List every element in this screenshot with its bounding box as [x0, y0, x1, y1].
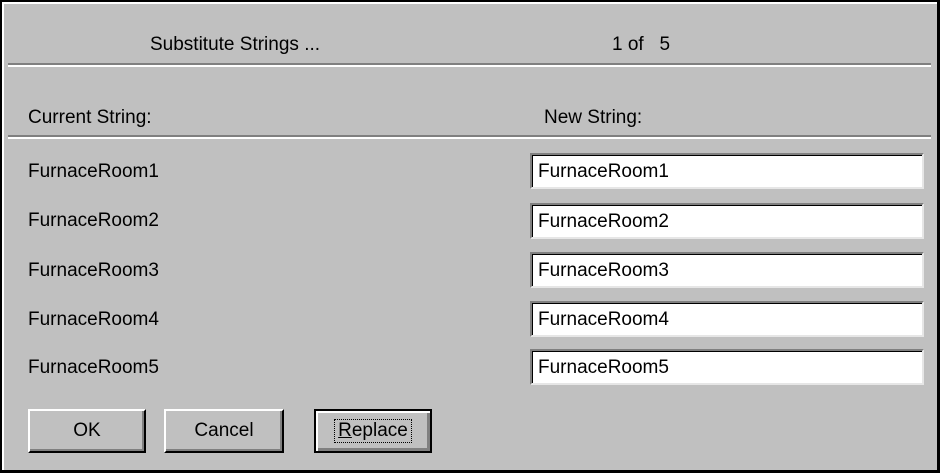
new-string-column-label: New String: — [544, 107, 643, 128]
current-string-4: FurnaceRoom4 — [28, 309, 159, 330]
cancel-button[interactable]: Cancel — [164, 409, 284, 453]
new-string-input-1[interactable]: FurnaceRoom1 — [530, 153, 924, 189]
cancel-button-label: Cancel — [194, 420, 254, 441]
new-string-value-4: FurnaceRoom4 — [538, 309, 669, 330]
replace-button-mnemonic: R — [338, 420, 352, 441]
replace-button[interactable]: Replace — [314, 409, 432, 453]
current-string-column-label: Current String: — [28, 107, 152, 128]
current-string-1: FurnaceRoom1 — [28, 161, 159, 182]
new-string-value-3: FurnaceRoom3 — [538, 260, 669, 281]
column-header-separator — [8, 135, 931, 139]
dialog-title: Substitute Strings ... — [150, 34, 321, 55]
replace-button-focus-rect: Replace — [334, 419, 412, 443]
new-string-value-1: FurnaceRoom1 — [538, 161, 669, 182]
current-string-3: FurnaceRoom3 — [28, 260, 159, 281]
new-string-input-5[interactable]: FurnaceRoom5 — [530, 349, 924, 385]
substitute-strings-dialog: Substitute Strings ... 1 of 5 Current St… — [0, 0, 940, 473]
ok-button[interactable]: OK — [28, 409, 146, 453]
new-string-input-4[interactable]: FurnaceRoom4 — [530, 301, 924, 337]
replace-button-label: eplace — [351, 420, 408, 441]
ok-button-label: OK — [73, 420, 101, 441]
current-string-2: FurnaceRoom2 — [28, 210, 159, 231]
new-string-value-2: FurnaceRoom2 — [538, 211, 669, 232]
new-string-input-3[interactable]: FurnaceRoom3 — [530, 252, 924, 288]
header-separator — [8, 63, 931, 67]
new-string-input-2[interactable]: FurnaceRoom2 — [530, 203, 924, 239]
page-indicator: 1 of 5 — [612, 34, 671, 55]
current-string-5: FurnaceRoom5 — [28, 357, 159, 378]
new-string-value-5: FurnaceRoom5 — [538, 357, 669, 378]
